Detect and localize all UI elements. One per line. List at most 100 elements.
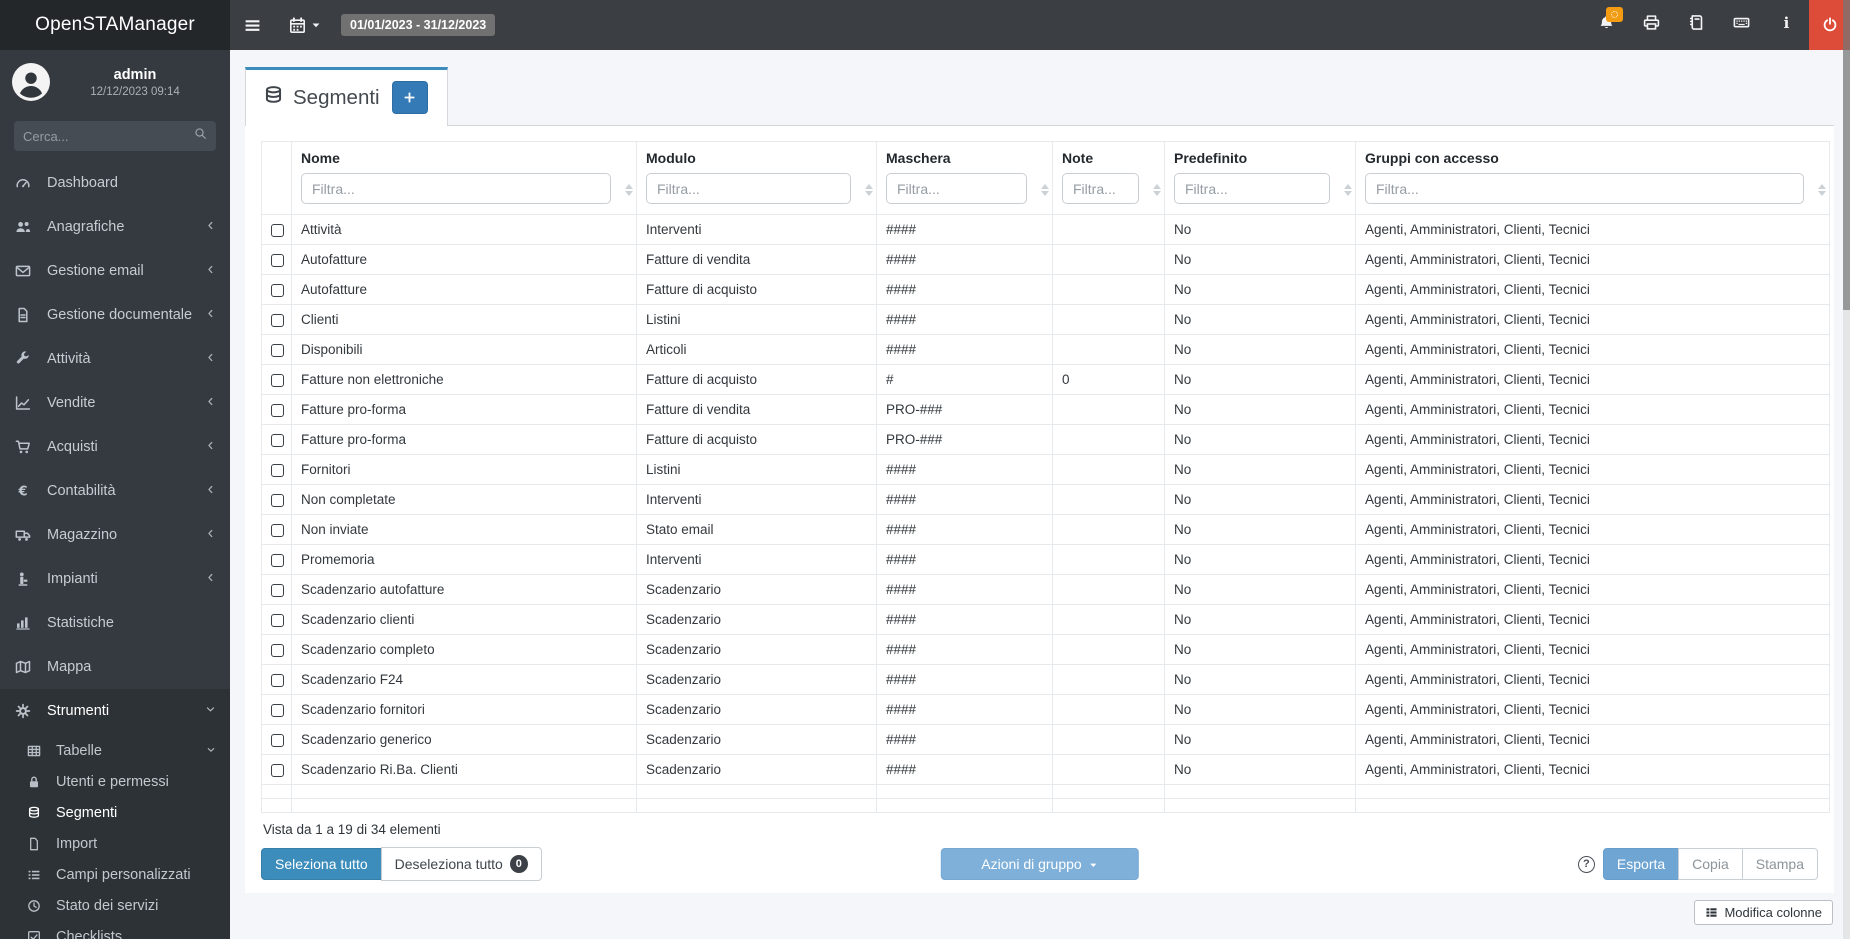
column-header-nome[interactable]: Nome [291, 141, 637, 215]
column-filter-input[interactable] [1062, 173, 1139, 204]
table-row[interactable]: Scadenzario fornitori Scadenzario #### No Ag… [261, 694, 1830, 725]
print-button[interactable]: Stampa [1741, 848, 1818, 880]
column-header-predefinito[interactable]: Predefinito [1164, 141, 1356, 215]
sidebar-subitem-segmenti[interactable]: Segmenti [0, 797, 230, 828]
table-row[interactable]: Scadenzario generico Scadenzario #### No Age… [261, 724, 1830, 755]
table-row[interactable]: Autofatture Fatture di vendita #### No Agent… [261, 244, 1830, 275]
copy-button[interactable]: Copia [1678, 848, 1743, 880]
sidebar-item-dashboard[interactable]: Dashboard [0, 161, 230, 205]
table-row[interactable]: Scadenzario clienti Scadenzario #### No Agen… [261, 604, 1830, 635]
sidebar-item-strumenti[interactable]: Strumenti [0, 689, 230, 733]
row-checkbox[interactable] [271, 313, 284, 327]
row-checkbox[interactable] [271, 763, 284, 777]
sort-arrows-icon[interactable] [1153, 184, 1161, 196]
row-checkbox[interactable] [271, 463, 284, 477]
table-row[interactable]: Fatture pro-forma Fatture di vendita PRO-#… [261, 394, 1830, 425]
edit-columns-button[interactable]: Modifica colonne [1694, 900, 1833, 925]
table-row[interactable]: Clienti Listini #### No Agenti, Amministrato… [261, 304, 1830, 335]
export-button[interactable]: Esporta [1602, 848, 1680, 880]
row-checkbox[interactable] [271, 343, 284, 357]
table-cell: Scadenzario [636, 664, 877, 695]
row-checkbox[interactable] [271, 283, 284, 297]
sidebar-item-gestione-documentale[interactable]: Gestione documentale [0, 293, 230, 337]
sort-arrows-icon[interactable] [1041, 184, 1049, 196]
sidebar-toggle-button[interactable] [230, 0, 275, 50]
table-row[interactable]: Autofatture Fatture di acquisto #### No Agen… [261, 274, 1830, 305]
table-row[interactable]: Scadenzario Ri.Ba. Clienti Scadenzario ###… [261, 754, 1830, 785]
table-row[interactable]: Fatture non elettroniche Fatture di acqui… [261, 364, 1830, 395]
select-all-button[interactable]: Seleziona tutto [261, 848, 382, 880]
table-row[interactable]: Attività Interventi #### No Agenti, Amminist… [261, 214, 1830, 245]
column-filter-input[interactable] [1174, 173, 1330, 204]
help-icon[interactable]: ? [1577, 855, 1595, 873]
sidebar-item-attivit[interactable]: Attività [0, 337, 230, 381]
table-row[interactable]: Non inviate Stato email #### No Agenti, Ammi… [261, 514, 1830, 545]
group-actions-button[interactable]: Azioni di gruppo [940, 848, 1139, 880]
column-header-gruppi-con-accesso[interactable]: Gruppi con accesso [1355, 141, 1830, 215]
sidebar-subitem-utenti-e-permessi[interactable]: Utenti e permessi [0, 766, 230, 797]
row-checkbox[interactable] [271, 403, 284, 417]
sidebar-item-statistiche[interactable]: Statistiche [0, 601, 230, 645]
table-row[interactable]: Fornitori Listini #### No Agenti, Amministra… [261, 454, 1830, 485]
row-checkbox[interactable] [271, 253, 284, 267]
sidebar-item-vendite[interactable]: Vendite [0, 381, 230, 425]
table-row[interactable]: Disponibili Articoli #### No Agenti, Amminis… [261, 334, 1830, 365]
row-checkbox[interactable] [271, 433, 284, 447]
sidebar-item-contabilit[interactable]: € Contabilità [0, 469, 230, 513]
sidebar-subitem-import[interactable]: Import [0, 828, 230, 859]
sort-arrows-icon[interactable] [865, 184, 873, 196]
deselect-all-button[interactable]: Deseleziona tutto 0 [380, 847, 542, 881]
add-segment-button[interactable] [391, 81, 428, 114]
search-icon[interactable] [194, 127, 207, 145]
sort-arrows-icon[interactable] [1818, 184, 1826, 196]
documentation-button[interactable] [1674, 0, 1719, 50]
sidebar-item-acquisti[interactable]: Acquisti [0, 425, 230, 469]
sidebar-item-mappa[interactable]: Mappa [0, 645, 230, 689]
column-filter-input[interactable] [646, 173, 851, 204]
table-cell: Scadenzario fornitori [291, 694, 637, 725]
sort-arrows-icon[interactable] [1344, 184, 1352, 196]
row-checkbox[interactable] [271, 703, 284, 717]
row-checkbox[interactable] [271, 223, 284, 237]
column-header-modulo[interactable]: Modulo [636, 141, 877, 215]
print-button[interactable] [1629, 0, 1674, 50]
row-checkbox[interactable] [271, 373, 284, 387]
page-scrollbar[interactable] [1843, 0, 1850, 939]
row-checkbox[interactable] [271, 583, 284, 597]
search-input[interactable] [23, 128, 194, 144]
table-row[interactable]: Scadenzario F24 Scadenzario #### No Agenti, … [261, 664, 1830, 695]
table-row[interactable]: Scadenzario autofatture Scadenzario #### No… [261, 574, 1830, 605]
sidebar-subitem-checklists[interactable]: Checklists [0, 921, 230, 939]
shortcuts-button[interactable] [1719, 0, 1764, 50]
info-button[interactable]: i [1764, 0, 1809, 50]
row-checkbox[interactable] [271, 673, 284, 687]
table-row[interactable]: Promemoria Interventi #### No Agenti, Ammini… [261, 544, 1830, 575]
row-checkbox[interactable] [271, 733, 284, 747]
sidebar-item-impianti[interactable]: Impianti [0, 557, 230, 601]
sidebar-item-magazzino[interactable]: Magazzino [0, 513, 230, 557]
date-range-badge[interactable]: 01/01/2023 - 31/12/2023 [341, 14, 496, 36]
column-header-maschera[interactable]: Maschera [876, 141, 1053, 215]
row-checkbox[interactable] [271, 523, 284, 537]
sort-arrows-icon[interactable] [625, 184, 633, 196]
tab-segmenti[interactable]: Segmenti [245, 67, 448, 126]
row-checkbox[interactable] [271, 643, 284, 657]
column-header-note[interactable]: Note [1052, 141, 1165, 215]
table-row[interactable]: Fatture pro-forma Fatture di acquisto PRO-… [261, 424, 1830, 455]
table-row[interactable]: Scadenzario completo Scadenzario #### No Age… [261, 634, 1830, 665]
sidebar-subitem-stato-dei-servizi[interactable]: Stato dei servizi [0, 890, 230, 921]
notifications-button[interactable] [1584, 0, 1629, 50]
sidebar-item-gestione-email[interactable]: Gestione email [0, 249, 230, 293]
sidebar-subitem-campi-personalizzati[interactable]: Campi personalizzati [0, 859, 230, 890]
row-checkbox[interactable] [271, 553, 284, 567]
table-row[interactable]: Non completate Interventi #### No Agenti, Am… [261, 484, 1830, 515]
column-filter-input[interactable] [301, 173, 611, 204]
sidebar-subitem-tabelle[interactable]: Tabelle [0, 735, 230, 766]
row-checkbox[interactable] [271, 613, 284, 627]
app-logo[interactable]: OpenSTAManager [0, 0, 230, 50]
column-filter-input[interactable] [886, 173, 1027, 204]
sidebar-item-anagrafiche[interactable]: Anagrafiche [0, 205, 230, 249]
calendar-button[interactable] [275, 0, 335, 50]
row-checkbox[interactable] [271, 493, 284, 507]
column-filter-input[interactable] [1365, 173, 1804, 204]
